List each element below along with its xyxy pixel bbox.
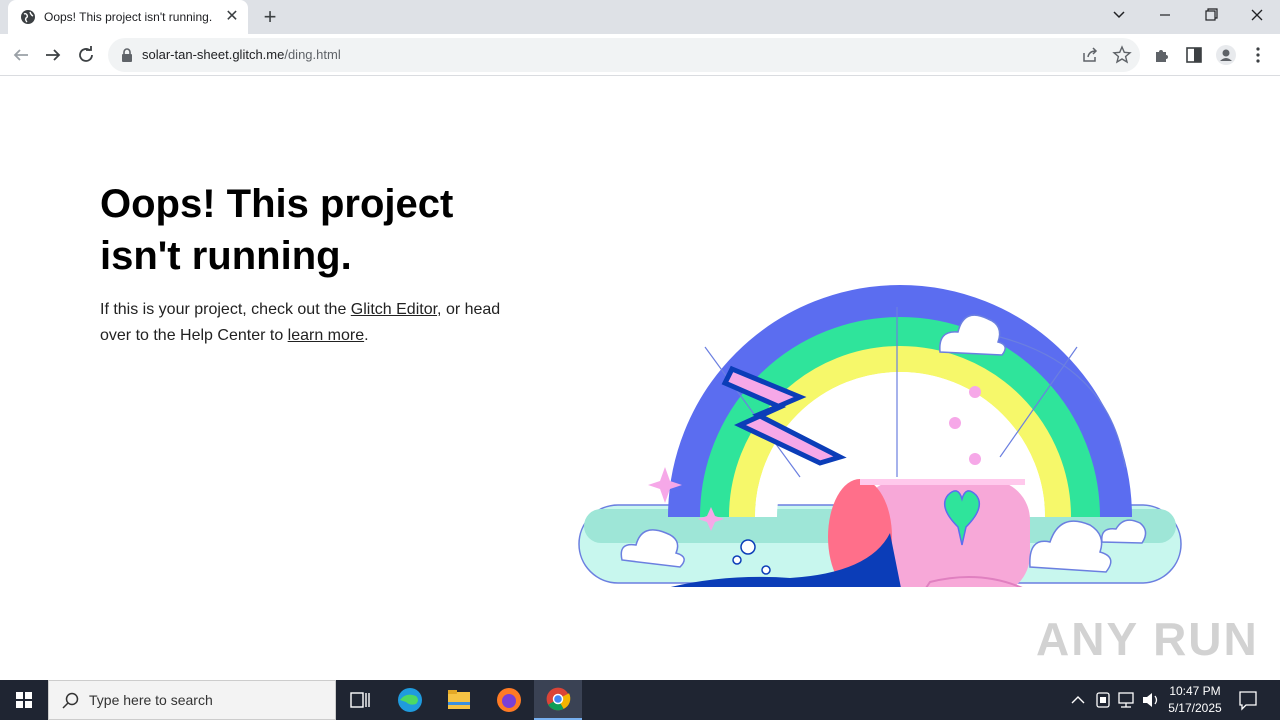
notification-center-icon[interactable] [1236, 680, 1260, 720]
side-panel-icon[interactable] [1183, 44, 1205, 66]
profile-avatar-icon[interactable] [1215, 44, 1237, 66]
share-icon[interactable] [1080, 45, 1100, 65]
file-explorer-icon[interactable] [435, 680, 483, 720]
address-bar[interactable]: solar-tan-sheet.glitch.me/ding.html [108, 38, 1140, 72]
globe-icon [21, 10, 35, 24]
close-window-icon[interactable] [1237, 0, 1277, 30]
page-headline: Oops! This project isn't running. [100, 182, 454, 278]
search-icon [62, 692, 79, 709]
firefox-icon[interactable] [485, 680, 533, 720]
help-paragraph: If this is your project, check out the G… [100, 301, 501, 344]
tray-chevron-up-icon[interactable] [1068, 680, 1088, 720]
clock-time: 10:47 PM [1169, 684, 1221, 698]
broken-rainbow-illustration [578, 285, 1182, 587]
tab-title: Oops! This project isn't running. [44, 10, 213, 24]
menu-dots-icon[interactable] [1247, 44, 1269, 66]
edge-icon[interactable] [386, 680, 434, 720]
bookmark-star-icon[interactable] [1112, 45, 1132, 65]
tab-search-icon[interactable] [1099, 0, 1139, 30]
clock-date: 5/17/2025 [1168, 701, 1222, 715]
tab-active[interactable]: Oops! This project isn't running. ✕ [8, 0, 248, 34]
browser-toolbar: solar-tan-sheet.glitch.me/ding.html [0, 34, 1280, 76]
search-placeholder: Type here to search [89, 692, 213, 708]
system-clock[interactable]: 10:47 PM 5/17/2025 [1160, 683, 1230, 717]
learn-more-link[interactable]: learn more [288, 327, 364, 344]
reload-icon[interactable] [73, 42, 99, 68]
volume-icon[interactable] [1140, 680, 1162, 720]
tray-device-icon[interactable] [1093, 680, 1113, 720]
chrome-icon[interactable] [534, 680, 582, 720]
back-icon[interactable] [8, 42, 34, 68]
extensions-icon[interactable] [1151, 44, 1173, 66]
taskbar-search-box[interactable]: Type here to search [48, 680, 336, 720]
restore-icon[interactable] [1191, 0, 1231, 30]
network-icon[interactable] [1116, 680, 1138, 720]
url-text[interactable]: solar-tan-sheet.glitch.me/ding.html [142, 47, 341, 62]
forward-icon[interactable] [40, 42, 66, 68]
watermark: ANY RUN [1036, 613, 1259, 665]
glitch-editor-link[interactable]: Glitch Editor [351, 301, 437, 318]
new-tab-button[interactable]: + [258, 6, 282, 30]
taskbar: Type here to search 10:47 PM 5/17/2025 [0, 680, 1280, 720]
windows-start-icon[interactable] [0, 680, 48, 720]
tab-close-icon[interactable]: ✕ [222, 7, 242, 27]
page-content: Oops! This project isn't running. If thi… [0, 77, 1280, 680]
tab-strip: Oops! This project isn't running. ✕ + [0, 0, 1280, 34]
task-view-icon[interactable] [336, 680, 384, 720]
lock-icon[interactable] [120, 48, 134, 62]
minimize-icon[interactable] [1145, 0, 1185, 30]
